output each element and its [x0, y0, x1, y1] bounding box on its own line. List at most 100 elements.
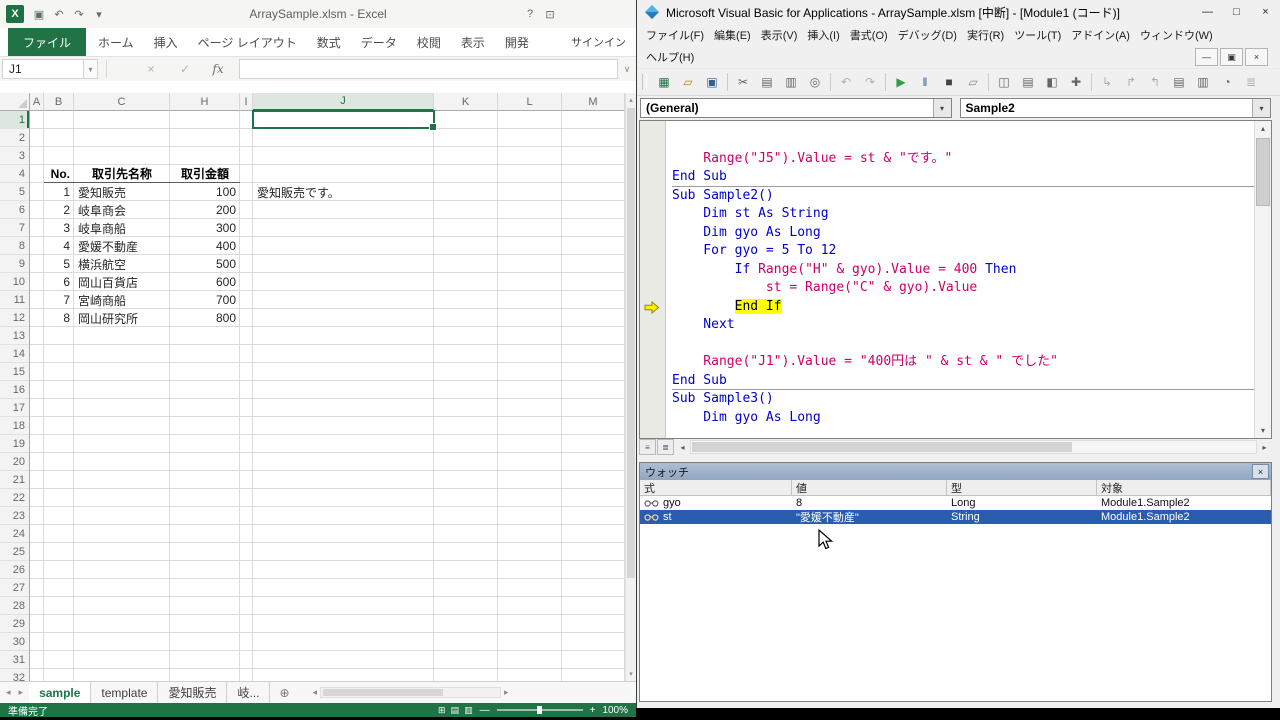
save-icon[interactable]: ▣ [702, 72, 722, 92]
cell-name-7[interactable]: 岐阜商船 [74, 219, 170, 237]
undo-icon[interactable]: ↶ [836, 72, 856, 92]
row-header-32[interactable]: 32 [0, 669, 29, 681]
cell-amount-5[interactable]: 100 [170, 183, 240, 201]
mdi-close-button[interactable]: × [1245, 48, 1268, 66]
name-box-caret-icon[interactable]: ▾ [84, 59, 98, 79]
procedure-combo[interactable]: Sample2 ▾ [960, 98, 1272, 118]
sheet-tab-sample[interactable]: sample [29, 682, 91, 703]
call-stack-icon[interactable]: ≣ [1241, 72, 1261, 92]
enter-check-icon[interactable]: ✓ [175, 62, 195, 76]
zoom-level[interactable]: 100% [602, 705, 628, 716]
row-header-15[interactable]: 15 [0, 363, 29, 381]
vb-menu-5[interactable]: デバッグ(D) [893, 25, 962, 45]
row-header-11[interactable]: 11 [0, 291, 29, 309]
object-combo-caret-icon[interactable]: ▾ [933, 99, 951, 117]
cell-amount-8[interactable]: 400 [170, 237, 240, 255]
code-line-2[interactable]: End Sub [672, 168, 1254, 187]
vb-menu-7[interactable]: ツール(T) [1009, 25, 1066, 45]
project-explorer-icon[interactable]: ◫ [994, 72, 1014, 92]
row-header-17[interactable]: 17 [0, 399, 29, 417]
page-break-view-icon[interactable]: ▥ [464, 705, 473, 716]
ribbon-options-icon[interactable]: ⊡ [540, 5, 560, 23]
code-margin[interactable] [640, 121, 666, 438]
zoom-slider-thumb[interactable] [537, 706, 542, 714]
cell-no-5[interactable]: 1 [44, 183, 74, 201]
qat-caret-icon[interactable]: ▾ [89, 5, 109, 23]
row-header-21[interactable]: 21 [0, 471, 29, 489]
cell-amount-6[interactable]: 200 [170, 201, 240, 219]
column-header-C[interactable]: C [74, 93, 170, 111]
vb-menu-6[interactable]: 実行(R) [962, 25, 1009, 45]
code-hscroll-track[interactable] [690, 440, 1257, 454]
row-header-13[interactable]: 13 [0, 327, 29, 345]
row-header-25[interactable]: 25 [0, 543, 29, 561]
row-header-4[interactable]: 4 [0, 165, 29, 183]
row-header-5[interactable]: 5 [0, 183, 29, 201]
column-header-K[interactable]: K [434, 93, 498, 111]
watch-row-gyo[interactable]: gyo8LongModule1.Sample2 [640, 496, 1271, 510]
watch-window-icon[interactable]: ◔ [1217, 72, 1237, 92]
ribbon-tab-4[interactable]: 数式 [307, 28, 351, 56]
row-header-14[interactable]: 14 [0, 345, 29, 363]
procedure-view-button[interactable]: ≡ [639, 439, 656, 455]
cell-amount-11[interactable]: 700 [170, 291, 240, 309]
cell-amount-10[interactable]: 600 [170, 273, 240, 291]
tab-scroll-right-icon[interactable]: ▸ [19, 687, 24, 698]
sheet-vertical-scrollbar[interactable]: ▴ ▾ [625, 93, 636, 681]
cell-name-6[interactable]: 岐阜商会 [74, 201, 170, 219]
save-icon[interactable]: ▣ [29, 5, 49, 23]
full-module-view-button[interactable]: ≣ [657, 439, 674, 455]
sheet-tab-template[interactable]: template [91, 682, 158, 703]
watch-row-st[interactable]: st"愛媛不動産"StringModule1.Sample2 [640, 510, 1271, 524]
watch-column-2[interactable]: 値 [792, 480, 947, 495]
code-line-8[interactable]: st = Range("C" & gyo).Value [672, 279, 1254, 298]
maximize-button[interactable]: □ [1222, 0, 1251, 24]
row-header-9[interactable]: 9 [0, 255, 29, 273]
mdi-restore-button[interactable]: ▣ [1220, 48, 1243, 66]
immediate-window-icon[interactable]: ▥ [1193, 72, 1213, 92]
normal-view-icon[interactable]: ⊞ [438, 705, 446, 716]
run-icon[interactable]: ▶ [891, 72, 911, 92]
tab-scroll-left-icon[interactable]: ◂ [6, 687, 11, 698]
code-hscroll-thumb[interactable] [692, 442, 1072, 452]
ribbon-tab-5[interactable]: データ [351, 28, 407, 56]
code-line-1[interactable]: Range("J5").Value = st & "です。" [672, 150, 1254, 169]
close-button[interactable]: × [1251, 0, 1280, 24]
row-header-8[interactable]: 8 [0, 237, 29, 255]
cell-no-8[interactable]: 4 [44, 237, 74, 255]
step-into-icon[interactable]: ↳ [1097, 72, 1117, 92]
column-header-A[interactable]: A [30, 93, 44, 111]
ribbon-tab-6[interactable]: 校閲 [407, 28, 451, 56]
code-line-11[interactable] [672, 335, 1254, 354]
column-header-M[interactable]: M [562, 93, 625, 111]
code-area[interactable]: Range("J5").Value = st & "です。"End SubSub… [639, 120, 1272, 439]
row-header-28[interactable]: 28 [0, 597, 29, 615]
cell-no-11[interactable]: 7 [44, 291, 74, 309]
cell-name-8[interactable]: 愛媛不動産 [74, 237, 170, 255]
ribbon-tab-1[interactable]: ホーム [88, 28, 144, 56]
vb-menu-1[interactable]: 編集(E) [709, 25, 756, 45]
sheet-tab-愛知販売[interactable]: 愛知販売 [158, 682, 227, 703]
cell-no-7[interactable]: 3 [44, 219, 74, 237]
hscroll-right-icon[interactable]: ▸ [504, 687, 509, 698]
cell-no-9[interactable]: 5 [44, 255, 74, 273]
code-line-5[interactable]: Dim gyo As Long [672, 224, 1254, 243]
row-header-3[interactable]: 3 [0, 147, 29, 165]
object-combo[interactable]: (General) ▾ [640, 98, 952, 118]
design-mode-icon[interactable]: ▱ [963, 72, 983, 92]
code-scroll-right-icon[interactable]: ▸ [1257, 443, 1272, 452]
expand-formula-bar-icon[interactable]: ∨ [618, 64, 636, 75]
hscroll-thumb[interactable] [323, 689, 443, 696]
table-header-amount[interactable]: 取引金額 [170, 165, 240, 183]
code-line-4[interactable]: Dim st As String [672, 205, 1254, 224]
cell-no-12[interactable]: 8 [44, 309, 74, 327]
object-browser-icon[interactable]: ◧ [1042, 72, 1062, 92]
code-line-9[interactable]: End If [672, 298, 1254, 317]
ribbon-tab-8[interactable]: 開発 [495, 28, 539, 56]
toolbox-icon[interactable]: ✚ [1066, 72, 1086, 92]
reset-icon[interactable]: ■ [939, 72, 959, 92]
insert-function-icon[interactable]: fx [207, 62, 229, 76]
hscroll-left-icon[interactable]: ◂ [313, 687, 318, 698]
vb-menu-2[interactable]: 表示(V) [756, 25, 803, 45]
watch-column-1[interactable]: 式 [640, 480, 792, 495]
